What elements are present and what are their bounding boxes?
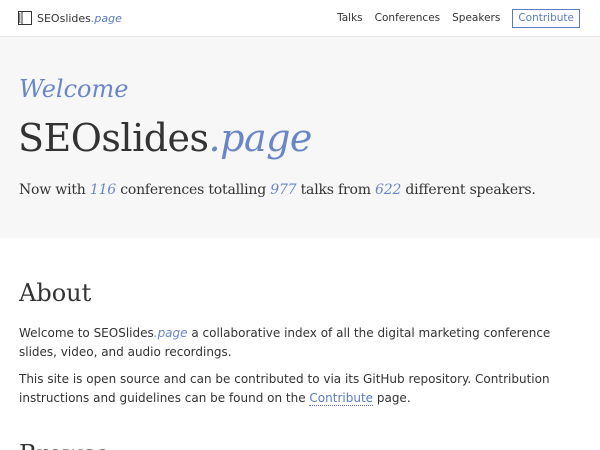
about-paragraph-1: Welcome to SEOSlides.page a collaborativ… [19, 324, 584, 362]
hero-welcome: Welcome [19, 75, 129, 103]
contribute-inline-link[interactable]: Contribute [309, 391, 374, 406]
stats-conferences-count: 116 [89, 182, 116, 198]
hero-title: SEOslides.page [18, 115, 312, 161]
hero-title-suffix: .page [208, 116, 313, 160]
stats-suffix: different speakers. [401, 182, 536, 198]
nav-talks-link[interactable]: Talks [337, 12, 363, 24]
brand-name: SEOslides.page [37, 11, 122, 25]
stats-mid2: talks from [296, 182, 376, 198]
nav-speakers-link[interactable]: Speakers [452, 12, 500, 24]
about-p1-prefix: Welcome to SEOSlides [19, 326, 154, 340]
book-icon [18, 11, 32, 25]
main-nav: Talks Conferences Speakers Contribute [325, 8, 580, 28]
stats-talks-count: 977 [270, 182, 297, 198]
brand-logo-link[interactable]: SEOslides.page [18, 9, 122, 27]
hero-section: Welcome SEOslides.page Now with 116 conf… [0, 37, 600, 238]
about-heading: About [19, 279, 92, 307]
nav-contribute-button[interactable]: Contribute [512, 8, 580, 28]
top-navbar: SEOslides.page Talks Conferences Speaker… [0, 0, 600, 37]
about-p2-prefix: This site is open source and can be cont… [19, 372, 550, 405]
hero-stats: Now with 116 conferences totalling 977 t… [19, 179, 536, 201]
about-p1-page: .page [153, 326, 188, 340]
stats-prefix: Now with [19, 182, 90, 198]
nav-conferences-link[interactable]: Conferences [375, 12, 440, 24]
brand-suffix: .page [90, 11, 122, 25]
stats-speakers-count: 622 [375, 182, 402, 198]
browse-heading: Browse [19, 437, 110, 450]
stats-mid1: conferences totalling [116, 182, 271, 198]
hero-title-main: SEOslides [18, 116, 209, 160]
about-paragraph-2: This site is open source and can be cont… [19, 370, 584, 408]
about-p2-suffix: page. [373, 391, 411, 405]
